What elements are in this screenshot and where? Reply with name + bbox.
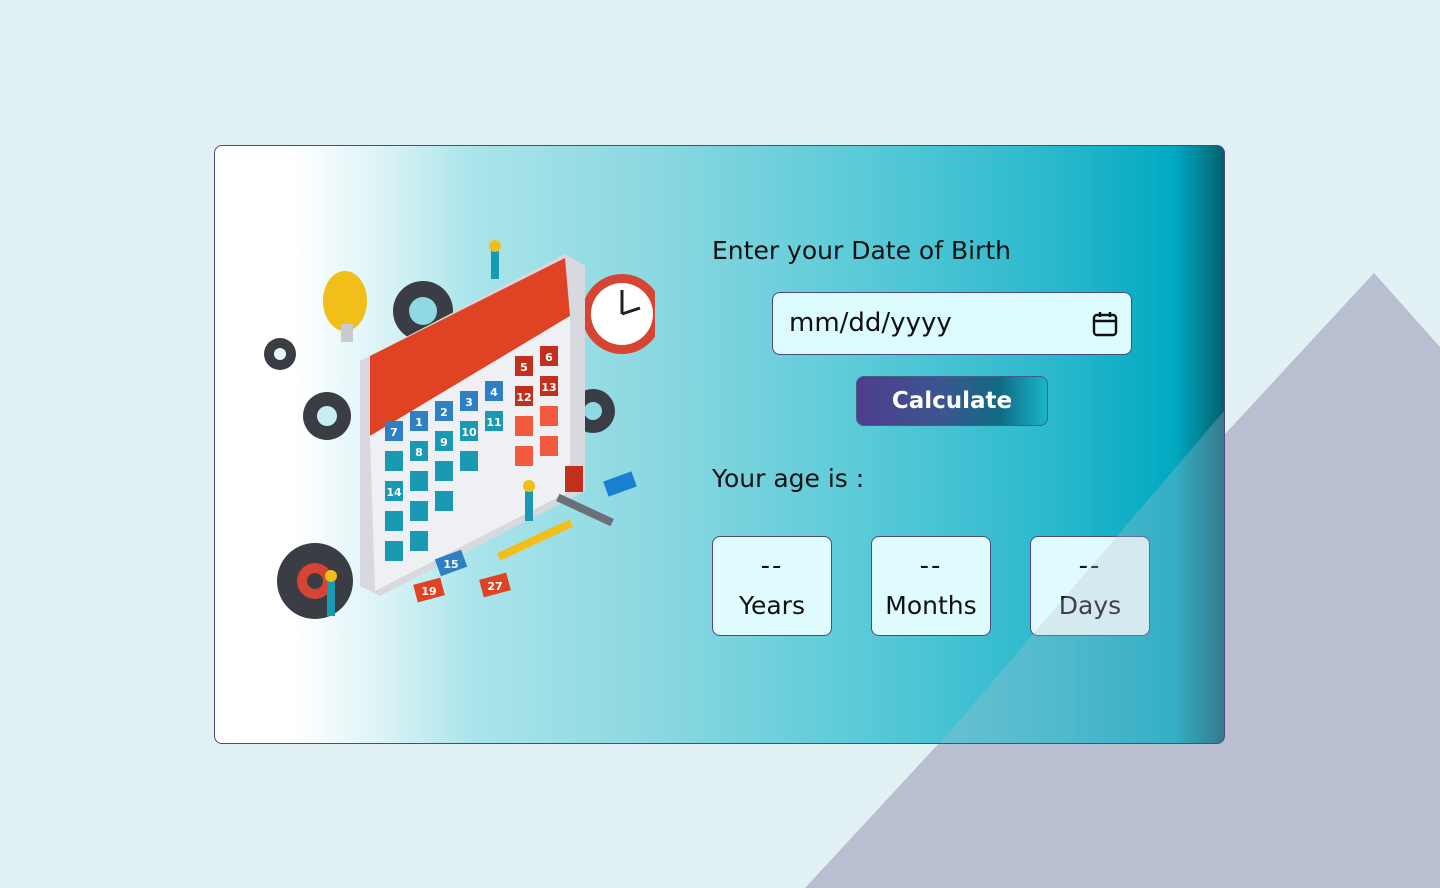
worker-figure (489, 240, 501, 279)
day-number: 5 (520, 361, 528, 374)
days-result-box: -- Days (1030, 536, 1150, 636)
day-number: 10 (461, 426, 477, 439)
days-value: -- (1078, 551, 1102, 581)
day-number: 11 (486, 416, 501, 429)
gear-icon (264, 338, 296, 370)
dob-date-input[interactable]: mm/dd/yyyy (772, 292, 1132, 355)
years-result-box: -- Years (712, 536, 832, 636)
day-number: 6 (545, 351, 553, 364)
day-number: 2 (440, 406, 448, 419)
day-number: 15 (443, 558, 458, 571)
years-unit: Years (739, 591, 805, 620)
years-value: -- (760, 551, 784, 581)
months-unit: Months (885, 591, 977, 620)
day-number: 3 (465, 396, 473, 409)
day-number: 19 (421, 585, 436, 598)
gear-icon (277, 543, 353, 619)
calendar-gears-illustration: 1 2 3 4 5 6 7 8 9 10 11 12 13 14 15 19 2… (264, 240, 655, 619)
age-calculator-card: 1 2 3 4 5 6 7 8 9 10 11 12 13 14 15 19 2… (214, 145, 1225, 744)
calendar-icon[interactable] (1091, 310, 1119, 338)
clock-icon (582, 274, 655, 354)
lightbulb-icon (323, 271, 367, 342)
day-number: 9 (440, 436, 448, 449)
calculate-button[interactable]: Calculate (856, 376, 1048, 426)
months-result-box: -- Months (871, 536, 991, 636)
age-result-label: Your age is : (712, 464, 865, 493)
dob-label: Enter your Date of Birth (712, 236, 1011, 265)
day-number: 4 (490, 386, 498, 399)
day-number: 7 (390, 426, 398, 439)
day-number: 13 (541, 381, 556, 394)
months-value: -- (919, 551, 943, 581)
dob-placeholder: mm/dd/yyyy (789, 308, 952, 338)
day-number: 8 (415, 446, 423, 459)
days-unit: Days (1058, 591, 1122, 620)
gear-icon (303, 392, 351, 440)
day-number: 27 (487, 580, 502, 593)
day-number: 12 (516, 391, 531, 404)
day-number: 1 (415, 416, 423, 429)
day-number: 14 (386, 486, 402, 499)
